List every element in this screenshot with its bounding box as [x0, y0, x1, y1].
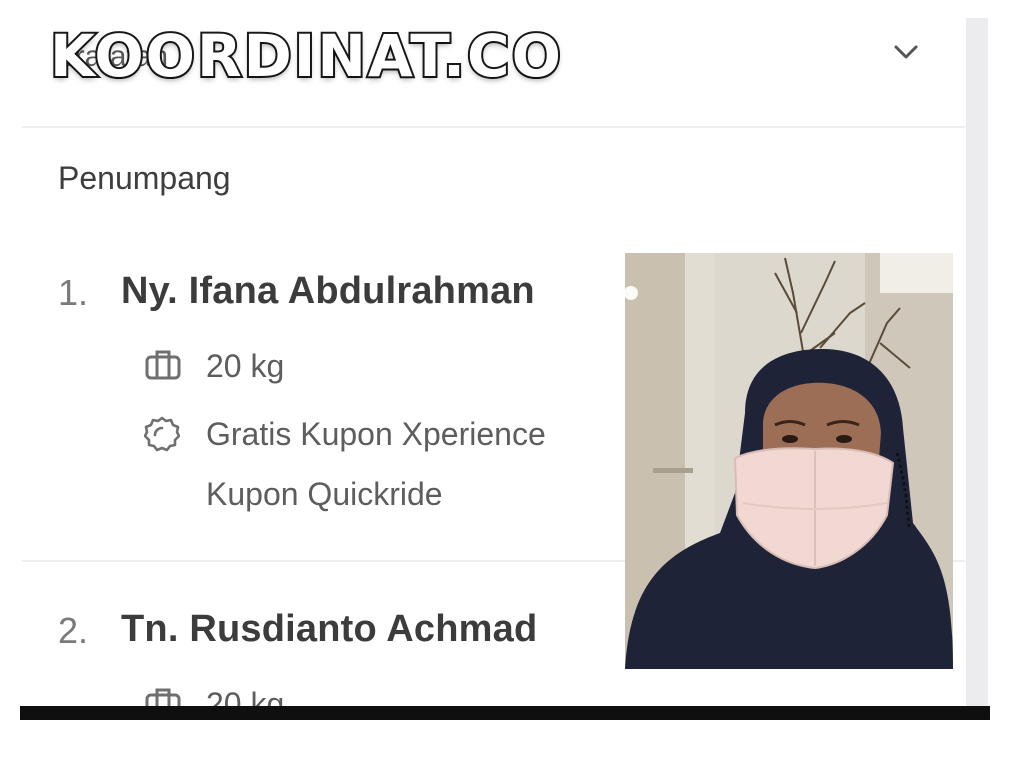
- bottom-border-bar: [20, 706, 990, 720]
- luggage-icon: [144, 686, 182, 708]
- passenger-name: Ny. Ifana Abdulrahman: [121, 270, 535, 312]
- coupon-line: Gratis Kupon Xperience: [206, 416, 546, 452]
- baggage-allowance: 20 kg: [206, 686, 285, 708]
- luggage-icon: [144, 348, 182, 385]
- passenger-number: 2.: [58, 610, 89, 651]
- passenger-section-title: Penumpang: [58, 160, 231, 196]
- coupon-line: Kupon Quickride: [206, 476, 443, 512]
- chevron-down-icon[interactable]: [892, 38, 920, 66]
- baggage-allowance: 20 kg: [206, 348, 285, 384]
- coupon-badge-icon: [143, 416, 181, 457]
- scrollbar[interactable]: [966, 18, 988, 708]
- divider: [22, 126, 965, 128]
- passenger-name: Tn. Rusdianto Achmad: [121, 608, 538, 650]
- watermark-logo: KOORDINAT.CO: [48, 20, 563, 92]
- passenger-photo: [625, 253, 953, 669]
- passenger-number: 1.: [58, 272, 89, 313]
